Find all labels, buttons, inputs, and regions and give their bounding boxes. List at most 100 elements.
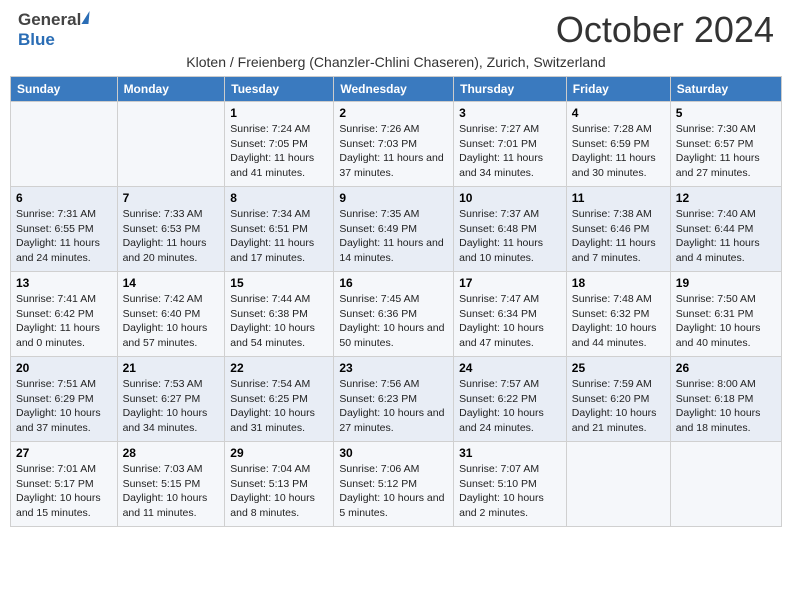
day-info: Sunrise: 7:27 AMSunset: 7:01 PMDaylight:… — [459, 122, 561, 181]
calendar-cell: 11 Sunrise: 7:38 AMSunset: 6:46 PMDayligh… — [566, 187, 670, 272]
logo-blue-text: Blue — [18, 30, 55, 49]
calendar-cell — [670, 442, 781, 527]
day-number: 9 — [339, 191, 448, 205]
day-info: Sunrise: 7:37 AMSunset: 6:48 PMDaylight:… — [459, 207, 561, 266]
column-header-friday: Friday — [566, 77, 670, 102]
day-info: Sunrise: 7:54 AMSunset: 6:25 PMDaylight:… — [230, 377, 328, 436]
day-number: 11 — [572, 191, 665, 205]
day-info: Sunrise: 7:28 AMSunset: 6:59 PMDaylight:… — [572, 122, 665, 181]
page-header: General Blue October 2024 — [10, 10, 782, 50]
calendar-cell: 31 Sunrise: 7:07 AMSunset: 5:10 PMDayligh… — [454, 442, 567, 527]
calendar-cell: 9 Sunrise: 7:35 AMSunset: 6:49 PMDaylight… — [334, 187, 454, 272]
calendar-week-2: 6Sunrise: 7:31 AMSunset: 6:55 PMDaylight… — [11, 187, 782, 272]
day-info: Sunrise: 7:47 AMSunset: 6:34 PMDaylight:… — [459, 292, 561, 351]
calendar-cell: 29 Sunrise: 7:04 AMSunset: 5:13 PMDayligh… — [225, 442, 334, 527]
day-number: 27 — [16, 446, 112, 460]
day-number: 26 — [676, 361, 776, 375]
day-info: Sunrise: 7:42 AMSunset: 6:40 PMDaylight:… — [123, 292, 220, 351]
calendar-cell: 6Sunrise: 7:31 AMSunset: 6:55 PMDaylight… — [11, 187, 118, 272]
day-number: 2 — [339, 106, 448, 120]
day-info: Sunrise: 7:03 AMSunset: 5:15 PMDaylight:… — [123, 462, 220, 521]
day-info: Sunrise: 7:50 AMSunset: 6:31 PMDaylight:… — [676, 292, 776, 351]
calendar-cell: 2 Sunrise: 7:26 AMSunset: 7:03 PMDaylight… — [334, 102, 454, 187]
day-number: 18 — [572, 276, 665, 290]
day-info: Sunrise: 8:00 AMSunset: 6:18 PMDaylight:… — [676, 377, 776, 436]
day-number: 10 — [459, 191, 561, 205]
calendar-week-3: 13 Sunrise: 7:41 AMSunset: 6:42 PMDayligh… — [11, 272, 782, 357]
calendar-cell: 18 Sunrise: 7:48 AMSunset: 6:32 PMDayligh… — [566, 272, 670, 357]
day-number: 21 — [123, 361, 220, 375]
day-info: Sunrise: 7:45 AMSunset: 6:36 PMDaylight:… — [339, 292, 448, 351]
calendar-cell: 27Sunrise: 7:01 AMSunset: 5:17 PMDayligh… — [11, 442, 118, 527]
day-number: 1 — [230, 106, 328, 120]
day-info: Sunrise: 7:33 AMSunset: 6:53 PMDaylight:… — [123, 207, 220, 266]
day-info: Sunrise: 7:40 AMSunset: 6:44 PMDaylight:… — [676, 207, 776, 266]
calendar-cell: 12Sunrise: 7:40 AMSunset: 6:44 PMDayligh… — [670, 187, 781, 272]
title-block: October 2024 — [556, 10, 774, 50]
column-header-sunday: Sunday — [11, 77, 118, 102]
calendar-cell: 23 Sunrise: 7:56 AMSunset: 6:23 PMDayligh… — [334, 357, 454, 442]
day-number: 24 — [459, 361, 561, 375]
day-info: Sunrise: 7:34 AMSunset: 6:51 PMDaylight:… — [230, 207, 328, 266]
day-number: 16 — [339, 276, 448, 290]
calendar-cell: 24 Sunrise: 7:57 AMSunset: 6:22 PMDayligh… — [454, 357, 567, 442]
day-info: Sunrise: 7:53 AMSunset: 6:27 PMDaylight:… — [123, 377, 220, 436]
calendar-cell: 4 Sunrise: 7:28 AMSunset: 6:59 PMDaylight… — [566, 102, 670, 187]
day-info: Sunrise: 7:24 AMSunset: 7:05 PMDaylight:… — [230, 122, 328, 181]
day-number: 5 — [676, 106, 776, 120]
day-info: Sunrise: 7:30 AMSunset: 6:57 PMDaylight:… — [676, 122, 776, 181]
calendar-cell: 5 Sunrise: 7:30 AMSunset: 6:57 PMDaylight… — [670, 102, 781, 187]
day-number: 8 — [230, 191, 328, 205]
day-number: 20 — [16, 361, 112, 375]
calendar-cell: 7 Sunrise: 7:33 AMSunset: 6:53 PMDaylight… — [117, 187, 225, 272]
calendar-week-1: 1 Sunrise: 7:24 AMSunset: 7:05 PMDaylight… — [11, 102, 782, 187]
day-info: Sunrise: 7:56 AMSunset: 6:23 PMDaylight:… — [339, 377, 448, 436]
day-number: 29 — [230, 446, 328, 460]
day-number: 13 — [16, 276, 112, 290]
day-info: Sunrise: 7:26 AMSunset: 7:03 PMDaylight:… — [339, 122, 448, 181]
column-header-thursday: Thursday — [454, 77, 567, 102]
calendar-cell: 28 Sunrise: 7:03 AMSunset: 5:15 PMDayligh… — [117, 442, 225, 527]
calendar-cell: 19 Sunrise: 7:50 AMSunset: 6:31 PMDayligh… — [670, 272, 781, 357]
day-info: Sunrise: 7:48 AMSunset: 6:32 PMDaylight:… — [572, 292, 665, 351]
day-info: Sunrise: 7:44 AMSunset: 6:38 PMDaylight:… — [230, 292, 328, 351]
day-number: 31 — [459, 446, 561, 460]
day-info: Sunrise: 7:07 AMSunset: 5:10 PMDaylight:… — [459, 462, 561, 521]
day-number: 17 — [459, 276, 561, 290]
day-number: 14 — [123, 276, 220, 290]
day-info: Sunrise: 7:04 AMSunset: 5:13 PMDaylight:… — [230, 462, 328, 521]
main-title: October 2024 — [556, 10, 774, 50]
calendar-week-4: 20 Sunrise: 7:51 AMSunset: 6:29 PMDayligh… — [11, 357, 782, 442]
calendar-cell: 22Sunrise: 7:54 AMSunset: 6:25 PMDayligh… — [225, 357, 334, 442]
day-number: 19 — [676, 276, 776, 290]
calendar-cell: 8 Sunrise: 7:34 AMSunset: 6:51 PMDaylight… — [225, 187, 334, 272]
day-info: Sunrise: 7:31 AMSunset: 6:55 PMDaylight:… — [16, 207, 112, 266]
logo-triangle-icon — [82, 11, 90, 24]
column-header-saturday: Saturday — [670, 77, 781, 102]
day-info: Sunrise: 7:51 AMSunset: 6:29 PMDaylight:… — [16, 377, 112, 436]
calendar-cell: 20 Sunrise: 7:51 AMSunset: 6:29 PMDayligh… — [11, 357, 118, 442]
day-number: 30 — [339, 446, 448, 460]
day-number: 15 — [230, 276, 328, 290]
day-info: Sunrise: 7:57 AMSunset: 6:22 PMDaylight:… — [459, 377, 561, 436]
calendar-cell: 17 Sunrise: 7:47 AMSunset: 6:34 PMDayligh… — [454, 272, 567, 357]
day-info: Sunrise: 7:35 AMSunset: 6:49 PMDaylight:… — [339, 207, 448, 266]
day-number: 28 — [123, 446, 220, 460]
calendar-cell: 10 Sunrise: 7:37 AMSunset: 6:48 PMDayligh… — [454, 187, 567, 272]
day-number: 4 — [572, 106, 665, 120]
calendar-cell: 26 Sunrise: 8:00 AMSunset: 6:18 PMDayligh… — [670, 357, 781, 442]
column-header-wednesday: Wednesday — [334, 77, 454, 102]
day-number: 23 — [339, 361, 448, 375]
day-number: 25 — [572, 361, 665, 375]
day-number: 7 — [123, 191, 220, 205]
calendar-cell: 1 Sunrise: 7:24 AMSunset: 7:05 PMDaylight… — [225, 102, 334, 187]
calendar-cell: 3 Sunrise: 7:27 AMSunset: 7:01 PMDaylight… — [454, 102, 567, 187]
column-header-monday: Monday — [117, 77, 225, 102]
day-number: 3 — [459, 106, 561, 120]
calendar-cell: 21 Sunrise: 7:53 AMSunset: 6:27 PMDayligh… — [117, 357, 225, 442]
day-info: Sunrise: 7:41 AMSunset: 6:42 PMDaylight:… — [16, 292, 112, 351]
logo-general-text: General — [18, 10, 81, 29]
calendar-week-5: 27Sunrise: 7:01 AMSunset: 5:17 PMDayligh… — [11, 442, 782, 527]
day-info: Sunrise: 7:38 AMSunset: 6:46 PMDaylight:… — [572, 207, 665, 266]
calendar-cell: 25Sunrise: 7:59 AMSunset: 6:20 PMDayligh… — [566, 357, 670, 442]
